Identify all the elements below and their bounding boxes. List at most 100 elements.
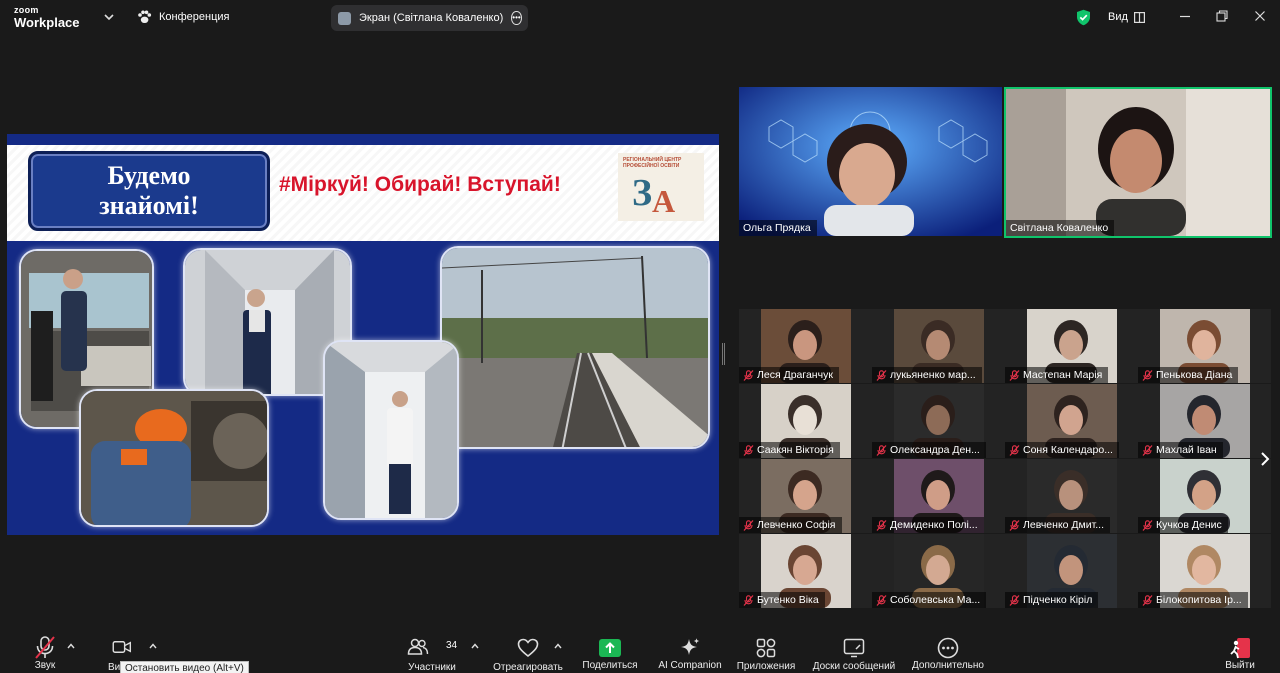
- participant-tile[interactable]: Пенькова Діана: [1138, 309, 1271, 383]
- participant-tile[interactable]: Соболевська Ма...: [872, 534, 1005, 608]
- audio-options-chevron-icon[interactable]: [66, 641, 76, 651]
- participant-name-tag: Саакян Вікторія: [739, 442, 840, 458]
- apps-icon: [756, 638, 776, 658]
- participants-count: 34: [446, 640, 458, 651]
- microphone-muted-icon: [743, 594, 754, 606]
- participant-tile[interactable]: Бутенко Віка: [739, 534, 872, 608]
- participant-name-tag: Махлай Іван: [1138, 442, 1223, 458]
- participant-name-tag: Підченко Кіріл: [1005, 592, 1099, 608]
- shared-screen-slide: Будемо знайомі! #Міркуй! Обирай! Вступай…: [7, 134, 719, 535]
- video-label: Ви: [108, 662, 121, 673]
- more-icon: [937, 637, 959, 659]
- participant-name: Білокопитова Ір...: [1156, 594, 1242, 606]
- microphone-muted-icon: [1009, 444, 1020, 456]
- microphone-muted-icon: [1142, 369, 1153, 381]
- participant-name-tag: Леся Драганчук: [739, 367, 839, 383]
- close-icon[interactable]: [1253, 9, 1267, 23]
- participant-name-tag: лукьяненко мар...: [872, 367, 982, 383]
- participant-tile[interactable]: Демиденко Полі...: [872, 459, 1005, 533]
- participant-tile[interactable]: Олександра Ден...: [872, 384, 1005, 458]
- microphone-muted-icon: [876, 444, 887, 456]
- photo-worker-helmet: [79, 389, 269, 527]
- ai-companion-button[interactable]: AI Companion: [655, 628, 725, 673]
- video-camera-icon: [112, 641, 132, 653]
- participant-tile[interactable]: Мастепан Марія: [1005, 309, 1138, 383]
- participant-tile[interactable]: Підченко Кіріл: [1005, 534, 1138, 608]
- participants-options-chevron-icon[interactable]: [470, 641, 480, 651]
- speaker-name: Світлана Коваленко: [1010, 222, 1109, 234]
- security-shield-icon[interactable]: [1076, 9, 1091, 26]
- react-options-chevron-icon[interactable]: [553, 641, 563, 651]
- participant-tile[interactable]: Соня Календаро...: [1005, 384, 1138, 458]
- speaker-tile[interactable]: Ольга Прядка: [739, 87, 1002, 236]
- screen-share-indicator[interactable]: Экран (Світлана Коваленко) •••: [331, 5, 528, 31]
- audio-button[interactable]: Звук: [30, 628, 60, 673]
- chevron-down-icon[interactable]: [102, 10, 116, 24]
- participant-tile[interactable]: Левченко Софія: [739, 459, 872, 533]
- slide-hello-box: Будемо знайомі!: [28, 151, 270, 231]
- chevron-right-icon[interactable]: [1258, 450, 1272, 468]
- participant-name-tag: Кучков Денис: [1138, 517, 1228, 533]
- leave-door-icon: [1230, 638, 1250, 659]
- microphone-muted-icon: [876, 519, 887, 531]
- meeting-info-button[interactable]: Конференция: [137, 10, 229, 24]
- sparkle-icon: [681, 638, 700, 655]
- participant-name-tag: Мастепан Марія: [1005, 367, 1109, 383]
- microphone-muted-icon: [35, 636, 55, 659]
- participant-name: Леся Драганчук: [757, 369, 833, 381]
- restore-icon[interactable]: [1215, 9, 1229, 23]
- participant-name-tag: Пенькова Діана: [1138, 367, 1239, 383]
- more-options-icon[interactable]: •••: [511, 11, 522, 25]
- more-label: Дополнительно: [912, 660, 984, 671]
- speaker-name: Ольга Прядка: [743, 222, 811, 234]
- speaker-tile-active[interactable]: Світлана Коваленко: [1004, 87, 1272, 238]
- ai-label: AI Companion: [658, 660, 722, 671]
- participant-tile[interactable]: Махлай Іван: [1138, 384, 1271, 458]
- participant-name: Кучков Денис: [1156, 519, 1222, 531]
- participant-name-tag: Левченко Софія: [739, 517, 842, 533]
- apps-button[interactable]: Приложения: [733, 628, 799, 673]
- logo-letter-a: А: [652, 183, 676, 219]
- speaker-name-tag: Світлана Коваленко: [1006, 220, 1115, 236]
- participant-tile[interactable]: Леся Драганчук: [739, 309, 872, 383]
- participant-name: Демиденко Полі...: [890, 519, 978, 531]
- more-button[interactable]: Дополнительно: [908, 628, 988, 673]
- view-button[interactable]: Вид: [1108, 11, 1145, 23]
- participant-name-tag: Демиденко Полі...: [872, 517, 984, 533]
- participant-name: Махлай Іван: [1156, 444, 1217, 456]
- microphone-muted-icon: [1142, 594, 1153, 606]
- participant-name-tag: Олександра Ден...: [872, 442, 986, 458]
- participant-name: Олександра Ден...: [890, 444, 980, 456]
- video-tooltip: Остановить видео (Alt+V): [120, 661, 249, 673]
- brand-large: Workplace: [14, 15, 80, 30]
- center-logo: РЕГІОНАЛЬНИЙ ЦЕНТР ПРОФЕСІЙНОЇ ОСВІТИ З …: [618, 153, 704, 221]
- speaker-name-tag: Ольга Прядка: [739, 220, 817, 236]
- slide-hashtag: #Міркуй! Обирай! Вступай!: [279, 173, 561, 196]
- participants-icon: [407, 638, 429, 655]
- video-options-chevron-icon[interactable]: [148, 641, 158, 651]
- participant-tile[interactable]: Саакян Вікторія: [739, 384, 872, 458]
- participant-name-tag: Білокопитова Ір...: [1138, 592, 1248, 608]
- view-label: Вид: [1108, 11, 1128, 23]
- react-label: Отреагировать: [493, 662, 563, 673]
- participant-name: Соболевська Ма...: [890, 594, 981, 606]
- photo-railway-track: [440, 246, 710, 449]
- whiteboards-button[interactable]: Доски сообщений: [808, 628, 900, 673]
- leave-button[interactable]: Выйти: [1220, 628, 1260, 673]
- panel-resize-handle[interactable]: [722, 343, 725, 365]
- minimize-icon[interactable]: [1178, 9, 1192, 23]
- paw-icon: [138, 10, 152, 23]
- whiteboards-label: Доски сообщений: [812, 661, 896, 672]
- participant-tile[interactable]: Білокопитова Ір...: [1138, 534, 1271, 608]
- brand-small: zoom: [14, 5, 39, 15]
- photo-conductor-wagon: [323, 340, 459, 520]
- microphone-muted-icon: [876, 594, 887, 606]
- share-button[interactable]: Поделиться: [580, 628, 640, 673]
- participant-name-tag: Соболевська Ма...: [872, 592, 987, 608]
- participant-name-tag: Соня Календаро...: [1005, 442, 1119, 458]
- participant-name: Саакян Вікторія: [757, 444, 834, 456]
- participant-tile[interactable]: Кучков Денис: [1138, 459, 1271, 533]
- participant-tile[interactable]: лукьяненко мар...: [872, 309, 1005, 383]
- participants-label: Участники: [408, 662, 456, 673]
- participant-tile[interactable]: Левченко Дмит...: [1005, 459, 1138, 533]
